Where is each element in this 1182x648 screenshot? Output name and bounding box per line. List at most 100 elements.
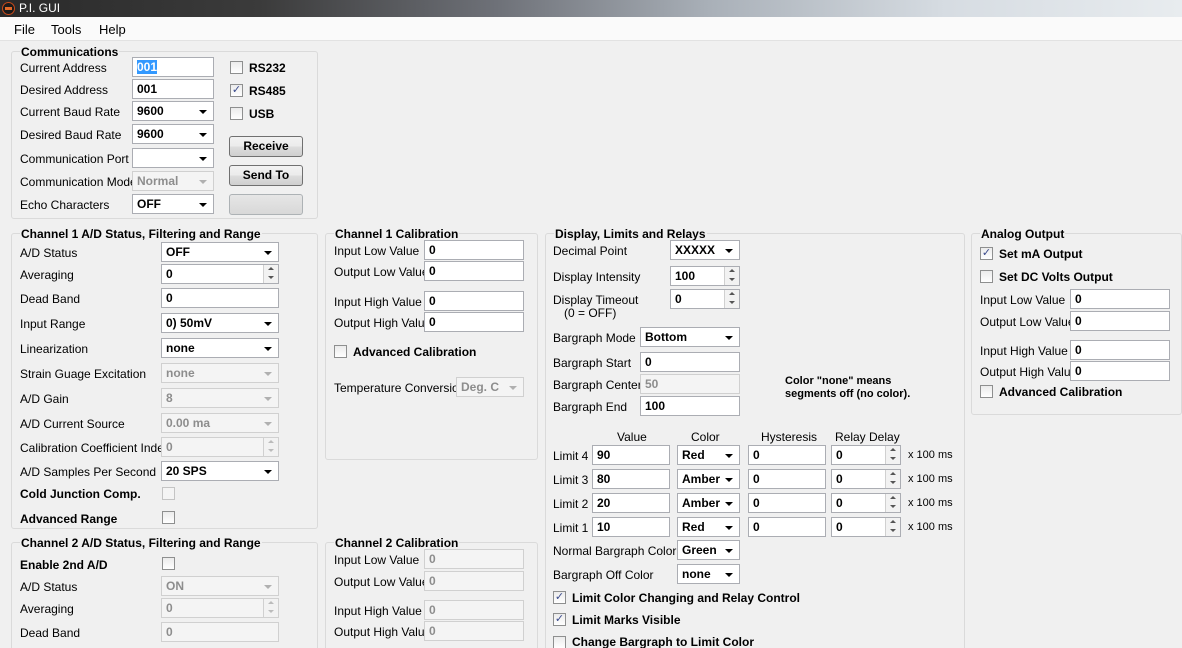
- desired-address-input[interactable]: 001: [132, 79, 214, 99]
- rs485-checkbox[interactable]: ✓: [230, 84, 243, 97]
- limit3-label: Limit 3: [553, 473, 589, 487]
- cal1-out-low-input[interactable]: 0: [424, 261, 524, 281]
- current-baud-select[interactable]: 9600: [132, 101, 214, 121]
- menu-tools[interactable]: Tools: [51, 22, 81, 37]
- ch1-deadband-input[interactable]: 0: [161, 288, 279, 308]
- spin-arrows-icon[interactable]: [885, 446, 900, 464]
- decimal-point-label: Decimal Point: [553, 244, 628, 258]
- limit2-delay-spinner[interactable]: 0: [831, 493, 901, 513]
- desired-baud-select[interactable]: 9600: [132, 124, 214, 144]
- col-hysteresis-header: Hysteresis: [761, 430, 818, 444]
- ch2-enable-checkbox[interactable]: [162, 557, 175, 570]
- cal1-out-low-label: Output Low Value: [334, 265, 429, 279]
- limit2-value-input[interactable]: 20: [592, 493, 670, 513]
- rs232-checkbox[interactable]: [230, 61, 243, 74]
- bargraph-end-input[interactable]: 100: [640, 396, 740, 416]
- cal1-in-low-input[interactable]: 0: [424, 240, 524, 260]
- color-note-line2: segments off (no color).: [785, 388, 911, 400]
- ma-output-label: Set mA Output: [999, 247, 1083, 261]
- volts-output-checkbox[interactable]: [980, 270, 993, 283]
- usb-checkbox[interactable]: [230, 107, 243, 120]
- cal2-out-high-input: 0: [424, 621, 524, 641]
- limit3-value-input[interactable]: 80: [592, 469, 670, 489]
- current-address-input[interactable]: 001: [132, 57, 214, 77]
- send-to-button[interactable]: Send To: [229, 165, 303, 186]
- ao-in-low-input[interactable]: 0: [1070, 289, 1170, 309]
- cal1-out-high-input[interactable]: 0: [424, 312, 524, 332]
- comm-port-label: Communication Port: [20, 152, 129, 166]
- spin-arrows-icon[interactable]: [885, 494, 900, 512]
- ch1-calidx-label: Calibration Coefficient Index: [20, 441, 170, 455]
- rs232-label: RS232: [249, 61, 286, 75]
- decimal-point-select[interactable]: XXXXX: [670, 240, 740, 260]
- receive-button[interactable]: Receive: [229, 136, 303, 157]
- limit4-color-select[interactable]: Red: [677, 445, 740, 465]
- app-icon: [2, 2, 15, 15]
- limit-color-checkbox[interactable]: ✓: [553, 591, 566, 604]
- ch1-current-select: 0.00 ma: [161, 413, 279, 433]
- ch1-lin-select[interactable]: none: [161, 338, 279, 358]
- change-bargraph-checkbox[interactable]: [553, 636, 566, 648]
- spin-arrows-icon[interactable]: [885, 518, 900, 536]
- cal1-adv-checkbox[interactable]: [334, 345, 347, 358]
- ao-adv-checkbox[interactable]: [980, 385, 993, 398]
- timeout-sub-label: (0 = OFF): [564, 306, 617, 320]
- ch1-cjc-checkbox: [162, 487, 175, 500]
- bargraph-end-label: Bargraph End: [553, 400, 628, 414]
- ch2-deadband-label: Dead Band: [20, 626, 81, 640]
- intensity-spinner[interactable]: 100: [670, 266, 740, 286]
- limit4-value-input[interactable]: 90: [592, 445, 670, 465]
- menu-help[interactable]: Help: [99, 22, 126, 37]
- limit1-value-input[interactable]: 10: [592, 517, 670, 537]
- usb-label: USB: [249, 107, 275, 121]
- ch2-status-label: A/D Status: [20, 580, 78, 594]
- limit1-unit: x 100 ms: [908, 521, 953, 533]
- ao-in-high-input[interactable]: 0: [1070, 340, 1170, 360]
- calibration1-title: Channel 1 Calibration: [334, 227, 460, 241]
- ch1-gain-label: A/D Gain: [20, 392, 69, 406]
- limit2-color-select[interactable]: Amber: [677, 493, 740, 513]
- limit2-hysteresis-input[interactable]: 0: [748, 493, 826, 513]
- ch1-sps-select[interactable]: 20 SPS: [161, 461, 279, 481]
- bargraph-start-input[interactable]: 0: [640, 352, 740, 372]
- spin-arrows-icon[interactable]: [724, 267, 739, 285]
- timeout-label: Display Timeout: [553, 293, 639, 307]
- limit3-delay-spinner[interactable]: 0: [831, 469, 901, 489]
- ch1-averaging-spinner[interactable]: 0: [161, 264, 279, 284]
- ao-out-low-input[interactable]: 0: [1070, 311, 1170, 331]
- limit1-delay-spinner[interactable]: 0: [831, 517, 901, 537]
- timeout-spinner[interactable]: 0: [670, 289, 740, 309]
- echo-label: Echo Characters: [20, 198, 110, 212]
- echo-select[interactable]: OFF: [132, 194, 214, 214]
- spin-arrows-icon[interactable]: [724, 290, 739, 308]
- desired-baud-label: Desired Baud Rate: [20, 128, 122, 142]
- off-color-select[interactable]: none: [677, 564, 740, 584]
- ma-output-checkbox[interactable]: ✓: [980, 247, 993, 260]
- menu-bar: [0, 17, 1182, 41]
- bargraph-mode-select[interactable]: Bottom: [640, 327, 740, 347]
- limit3-color-select[interactable]: Amber: [677, 469, 740, 489]
- ch1-range-select[interactable]: 0) 50mV: [161, 313, 279, 333]
- limit1-color-select[interactable]: Red: [677, 517, 740, 537]
- limit-marks-checkbox[interactable]: ✓: [553, 613, 566, 626]
- limit3-hysteresis-input[interactable]: 0: [748, 469, 826, 489]
- comm-port-select[interactable]: [132, 148, 214, 168]
- normal-color-select[interactable]: Green: [677, 540, 740, 560]
- limit-marks-label: Limit Marks Visible: [572, 613, 681, 627]
- ao-out-high-input[interactable]: 0: [1070, 361, 1170, 381]
- spin-arrows-icon[interactable]: [885, 470, 900, 488]
- ch1-advrange-checkbox[interactable]: [162, 511, 175, 524]
- volts-output-label: Set DC Volts Output: [999, 270, 1113, 284]
- ch1-current-label: A/D Current Source: [20, 417, 125, 431]
- limit4-delay-spinner[interactable]: 0: [831, 445, 901, 465]
- spin-arrows-icon[interactable]: [263, 265, 278, 283]
- ch1-status-select[interactable]: OFF: [161, 242, 279, 262]
- cal2-out-low-input: 0: [424, 571, 524, 591]
- ao-out-high-label: Output High Value: [980, 365, 1078, 379]
- menu-file[interactable]: File: [14, 22, 35, 37]
- col-value-header: Value: [617, 430, 647, 444]
- cal1-in-high-input[interactable]: 0: [424, 291, 524, 311]
- limit1-hysteresis-input[interactable]: 0: [748, 517, 826, 537]
- limit-color-label: Limit Color Changing and Relay Control: [572, 591, 800, 605]
- limit4-hysteresis-input[interactable]: 0: [748, 445, 826, 465]
